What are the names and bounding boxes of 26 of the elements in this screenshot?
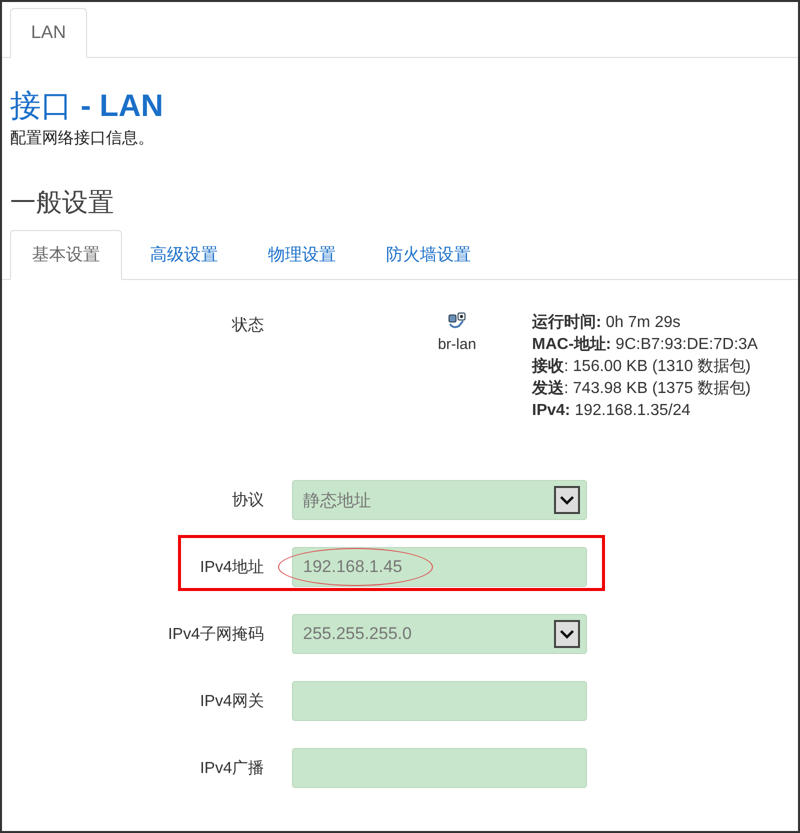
input-field[interactable] <box>292 681 587 721</box>
status-detail: IPv4: 192.168.1.35/24 <box>532 401 692 421</box>
input-field[interactable]: 192.168.1.45 <box>292 547 587 587</box>
status-detail: MAC-地址: 9C:B7:93:DE:7D:3A <box>532 334 758 355</box>
status-label: 状态 <box>230 316 264 336</box>
page-description: 配置网络接口信息。 <box>10 128 155 149</box>
status-detail: 发送: 743.98 KB (1375 数据包) <box>532 378 752 399</box>
page-title: 接口 - LAN <box>10 88 164 124</box>
field-label: IPv4网关 <box>198 692 264 712</box>
device-name: br-lan <box>438 336 476 353</box>
settings-tab[interactable]: 高级设置 <box>128 230 240 280</box>
field-label: 协议 <box>231 490 264 510</box>
input-field[interactable] <box>292 748 587 788</box>
settings-tab[interactable]: 防火墙设置 <box>364 230 493 280</box>
section-title: 一般设置 <box>10 186 115 219</box>
dropdown-field[interactable]: 静态地址 <box>292 480 587 520</box>
field-label: IPv4地址 <box>198 558 264 578</box>
field-label: IPv4广播 <box>198 758 264 778</box>
status-detail: 接收: 156.00 KB (1310 数据包) <box>532 356 752 377</box>
field-label: IPv4子网掩码 <box>166 624 264 644</box>
settings-tab[interactable]: 基本设置 <box>10 230 122 280</box>
settings-tab[interactable]: 物理设置 <box>246 230 358 280</box>
page-tab[interactable]: LAN <box>10 8 88 58</box>
status-detail: 运行时间: 0h 7m 29s <box>532 312 682 333</box>
network-interface-icon <box>447 312 467 330</box>
dropdown-field[interactable]: 255.255.255.0 <box>292 614 587 654</box>
